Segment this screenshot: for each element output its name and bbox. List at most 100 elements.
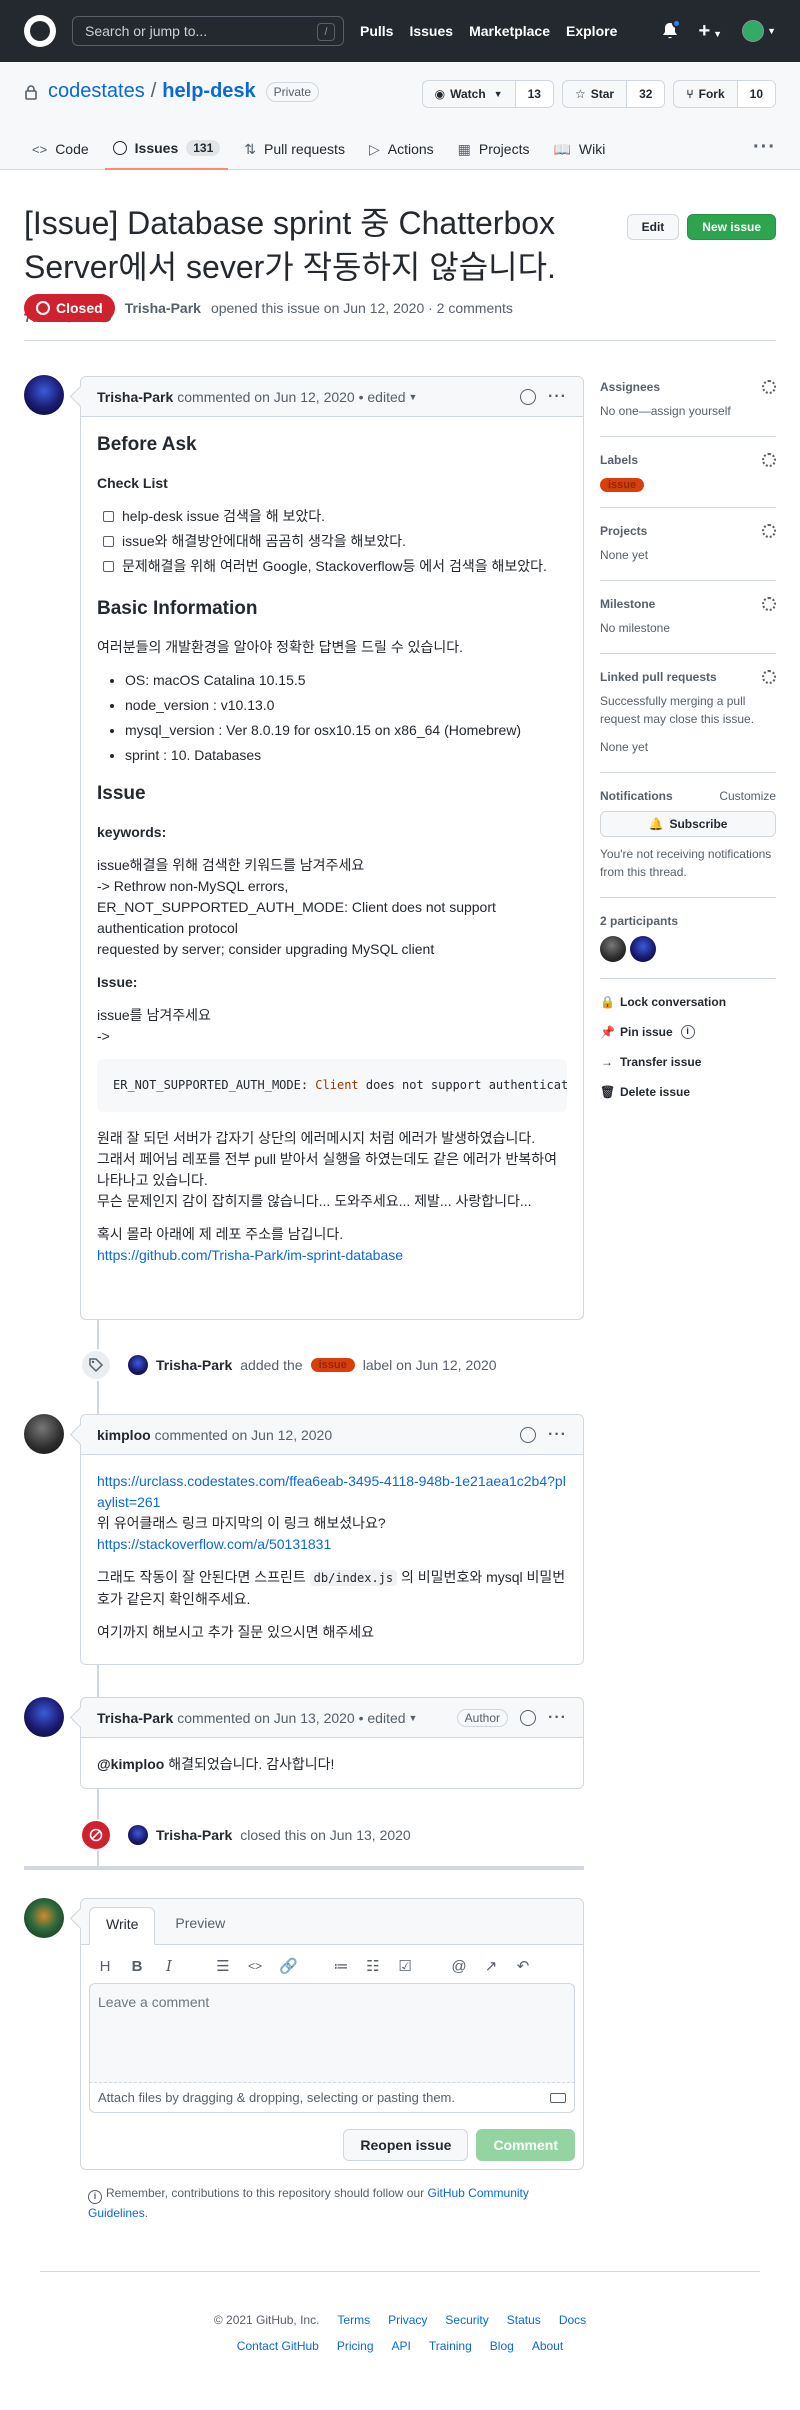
avatar[interactable]: [600, 936, 626, 962]
repo-owner-link[interactable]: codestates: [48, 80, 145, 103]
kebab-menu-icon[interactable]: ···: [548, 1709, 567, 1727]
footer-link[interactable]: Status: [507, 2313, 541, 2327]
kebab-menu-icon[interactable]: ···: [548, 388, 567, 406]
quote-icon[interactable]: ☰: [215, 1957, 231, 1975]
reaction-smiley-icon[interactable]: [520, 1709, 537, 1726]
task-list-icon[interactable]: ☑: [397, 1957, 413, 1975]
avatar[interactable]: [630, 936, 656, 962]
tab-code[interactable]: <> Code: [24, 136, 97, 170]
edit-title-button[interactable]: Edit: [626, 214, 680, 240]
tab-preview[interactable]: Preview: [159, 1907, 241, 1944]
heading-icon[interactable]: H: [97, 1958, 113, 1975]
pin-issue-button[interactable]: 📌 Pin issue i: [600, 1025, 776, 1039]
checkbox[interactable]: [103, 511, 114, 522]
sidebar-heading[interactable]: Labels: [600, 453, 638, 467]
bulleted-list-icon[interactable]: ≔: [333, 1957, 349, 1975]
transfer-issue-button[interactable]: → Transfer issue: [600, 1055, 776, 1069]
chevron-down-icon[interactable]: ▼: [409, 392, 418, 402]
mention-icon[interactable]: @: [451, 1958, 467, 1975]
sidebar-heading[interactable]: Milestone: [600, 597, 655, 611]
stackoverflow-link[interactable]: https://stackoverflow.com/a/50131831: [97, 1536, 331, 1552]
label-chip[interactable]: issue: [600, 478, 645, 492]
footer-link[interactable]: Contact GitHub: [237, 2339, 319, 2353]
reply-icon[interactable]: ↶: [515, 1957, 531, 1975]
footer-link[interactable]: Docs: [559, 2313, 586, 2327]
markdown-icon[interactable]: [550, 2092, 566, 2103]
event-actor-link[interactable]: Trisha-Park: [156, 1357, 232, 1373]
tab-issues[interactable]: Issues 131: [104, 136, 229, 170]
notifications-bell-icon[interactable]: [662, 19, 682, 40]
link-icon[interactable]: 🔗: [279, 1957, 298, 1975]
footer-link[interactable]: Privacy: [388, 2313, 427, 2327]
subscribe-button[interactable]: 🔔 Subscribe: [600, 811, 776, 837]
numbered-list-icon[interactable]: ☷: [365, 1957, 381, 1975]
tab-wiki[interactable]: 📖 Wiki: [545, 136, 613, 170]
footer-link[interactable]: Terms: [337, 2313, 370, 2327]
kebab-menu-icon[interactable]: ···: [548, 1426, 567, 1444]
footer-link[interactable]: API: [392, 2339, 411, 2353]
gear-icon[interactable]: [762, 380, 776, 394]
tab-write[interactable]: Write: [89, 1907, 156, 1945]
checkbox[interactable]: [103, 561, 114, 572]
avatar[interactable]: [24, 1898, 64, 1938]
nav-marketplace[interactable]: Marketplace: [469, 23, 550, 39]
star-button[interactable]: ☆ Star 32: [561, 80, 666, 108]
footer-link[interactable]: Blog: [490, 2339, 514, 2353]
code-block[interactable]: ER_NOT_SUPPORTED_AUTH_MODE: Client does …: [97, 1059, 567, 1112]
nav-issues[interactable]: Issues: [409, 23, 453, 39]
footer-link[interactable]: About: [532, 2339, 563, 2353]
reaction-smiley-icon[interactable]: [520, 1426, 537, 1443]
cross-reference-icon[interactable]: ↗: [483, 1957, 499, 1975]
comment-submit-button[interactable]: Comment: [476, 2129, 575, 2161]
fork-button[interactable]: ⑂ Fork 10: [673, 80, 776, 108]
comment-textarea[interactable]: Leave a comment: [89, 1983, 575, 2083]
info-icon[interactable]: i: [680, 1025, 695, 1039]
reaction-smiley-icon[interactable]: [520, 388, 537, 405]
lock-conversation-button[interactable]: 🔒 Lock conversation: [600, 995, 776, 1009]
comment-author-link[interactable]: Trisha-Park: [97, 389, 173, 405]
avatar[interactable]: [24, 1697, 64, 1737]
bold-icon[interactable]: B: [129, 1958, 145, 1975]
reopen-issue-button[interactable]: Reopen issue: [343, 2129, 469, 2161]
issue-author-link[interactable]: Trisha-Park: [125, 300, 201, 316]
urclass-link[interactable]: https://urclass.codestates.com/ffea6eab-…: [97, 1473, 566, 1510]
create-new-menu[interactable]: + ▼: [698, 20, 722, 43]
repo-name-link[interactable]: help-desk: [162, 80, 255, 103]
tab-projects[interactable]: ▦ Projects: [450, 136, 538, 170]
new-issue-button[interactable]: New issue: [687, 214, 776, 240]
user-menu[interactable]: ▼: [742, 20, 776, 42]
chevron-down-icon[interactable]: ▼: [409, 1713, 418, 1723]
repo-link[interactable]: https://github.com/Trisha-Park/im-sprint…: [97, 1247, 403, 1263]
sidebar-heading[interactable]: Assignees: [600, 380, 660, 394]
assignees-value[interactable]: No one—assign yourself: [600, 402, 776, 420]
comment-author-link[interactable]: Trisha-Park: [97, 1710, 173, 1726]
gear-icon[interactable]: [762, 453, 776, 467]
star-count[interactable]: 32: [627, 81, 665, 107]
gear-icon[interactable]: [762, 597, 776, 611]
footer-link[interactable]: Pricing: [337, 2339, 374, 2353]
avatar[interactable]: [24, 375, 64, 415]
github-logo-icon[interactable]: [24, 15, 56, 47]
footer-link[interactable]: Security: [445, 2313, 488, 2327]
tab-actions[interactable]: ▷ Actions: [361, 136, 442, 170]
sidebar-heading[interactable]: Projects: [600, 524, 647, 538]
nav-pulls[interactable]: Pulls: [360, 23, 393, 39]
mention-link[interactable]: @kimploo: [97, 1756, 164, 1772]
fork-count[interactable]: 10: [737, 81, 775, 107]
attach-files-bar[interactable]: Attach files by dragging & dropping, sel…: [89, 2083, 575, 2113]
comment-author-link[interactable]: kimploo: [97, 1427, 151, 1443]
delete-issue-button[interactable]: 🗑 Delete issue: [600, 1085, 776, 1099]
checkbox[interactable]: [103, 536, 114, 547]
gear-icon[interactable]: [762, 670, 776, 684]
watch-button[interactable]: ◉ Watch ▼ 13: [421, 80, 554, 108]
search-input[interactable]: Search or jump to... /: [72, 16, 344, 46]
nav-explore[interactable]: Explore: [566, 23, 617, 39]
italic-icon[interactable]: I: [161, 1957, 177, 1975]
event-actor-link[interactable]: Trisha-Park: [156, 1827, 232, 1843]
code-icon[interactable]: <>: [247, 1959, 263, 1973]
gear-icon[interactable]: [762, 524, 776, 538]
customize-link[interactable]: Customize: [719, 789, 776, 803]
watch-count[interactable]: 13: [515, 81, 553, 107]
avatar[interactable]: [128, 1355, 148, 1375]
avatar[interactable]: [128, 1825, 148, 1845]
